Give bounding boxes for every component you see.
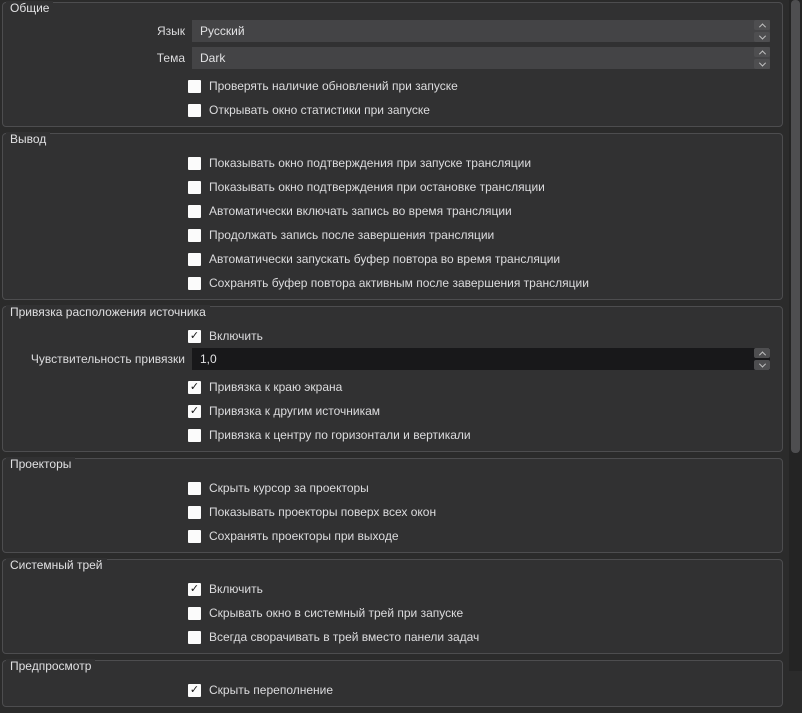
hide-cursor-over-projectors-row: Скрыть курсор за проекторы bbox=[188, 481, 770, 495]
hide-cursor-over-projectors-label[interactable]: Скрыть курсор за проекторы bbox=[209, 481, 369, 495]
language-down-button[interactable] bbox=[754, 32, 770, 42]
keep-recording-after-stream-checkbox[interactable] bbox=[188, 228, 201, 242]
keep-recording-after-stream-row: Продолжать запись после завершения транс… bbox=[188, 228, 770, 242]
save-projectors-on-exit-row: Сохранять проекторы при выходе bbox=[188, 529, 770, 543]
check-updates-checkbox[interactable] bbox=[188, 79, 201, 93]
settings-page: Общие Язык Русский Тема Dark Проверять наличи… bbox=[0, 0, 802, 707]
hide-overflow-checkbox[interactable] bbox=[188, 683, 201, 697]
theme-value: Dark bbox=[200, 51, 226, 65]
snap-sensitivity-value: 1,0 bbox=[200, 352, 217, 366]
minimize-to-tray-on-start-checkbox[interactable] bbox=[188, 606, 201, 620]
language-value: Русский bbox=[200, 24, 245, 38]
snap-to-screen-edge-row: Привязка к краю экрана bbox=[188, 380, 770, 394]
enable-snapping-checkbox[interactable] bbox=[188, 329, 201, 343]
source-snapping-group: Привязка расположения источника Включить Ч… bbox=[2, 305, 783, 452]
snap-to-screen-edge-label[interactable]: Привязка к краю экрана bbox=[209, 380, 342, 394]
check-updates-label[interactable]: Проверять наличие обновлений при запуске bbox=[209, 79, 458, 93]
always-minimize-to-tray-checkbox[interactable] bbox=[188, 630, 201, 644]
snap-sensitivity-down-button[interactable] bbox=[754, 360, 770, 370]
general-group-title: Общие bbox=[6, 1, 54, 15]
language-spin-buttons bbox=[754, 20, 770, 42]
vertical-scrollbar[interactable] bbox=[789, 0, 802, 671]
projectors-always-on-top-label[interactable]: Показывать проекторы поверх всех окон bbox=[209, 505, 436, 519]
auto-record-when-streaming-label[interactable]: Автоматически включать запись во время т… bbox=[209, 204, 512, 218]
projectors-always-on-top-row: Показывать проекторы поверх всех окон bbox=[188, 505, 770, 519]
theme-row: Тема Dark bbox=[3, 47, 770, 69]
snap-sensitivity-up-button[interactable] bbox=[754, 348, 770, 358]
save-projectors-on-exit-checkbox[interactable] bbox=[188, 529, 201, 543]
language-up-button[interactable] bbox=[754, 20, 770, 30]
snap-to-center-label[interactable]: Привязка к центру по горизонтали и верти… bbox=[209, 428, 471, 442]
auto-record-when-streaming-row: Автоматически включать запись во время т… bbox=[188, 204, 770, 218]
auto-start-replay-buffer-label[interactable]: Автоматически запускать буфер повтора во… bbox=[209, 252, 560, 266]
theme-up-button[interactable] bbox=[754, 47, 770, 57]
auto-start-replay-buffer-checkbox[interactable] bbox=[188, 252, 201, 266]
theme-spin-buttons bbox=[754, 47, 770, 69]
chevron-up-icon bbox=[758, 350, 766, 358]
keep-replay-buffer-after-stream-checkbox[interactable] bbox=[188, 276, 201, 290]
enable-tray-label[interactable]: Включить bbox=[209, 582, 263, 596]
confirm-start-stream-checkbox[interactable] bbox=[188, 156, 201, 170]
source-snapping-group-title: Привязка расположения источника bbox=[6, 305, 210, 319]
minimize-to-tray-on-start-row: Скрывать окно в системный трей при запус… bbox=[188, 606, 770, 620]
enable-tray-checkbox[interactable] bbox=[188, 582, 201, 596]
enable-snapping-label[interactable]: Включить bbox=[209, 329, 263, 343]
snap-sensitivity-label: Чувствительность привязки bbox=[30, 352, 185, 366]
preview-group: ПредпросмотрСкрыть переполнение bbox=[2, 659, 783, 707]
projectors-always-on-top-checkbox[interactable] bbox=[188, 505, 201, 519]
theme-label: Тема bbox=[156, 51, 185, 65]
hide-cursor-over-projectors-checkbox[interactable] bbox=[188, 481, 201, 495]
snap-sensitivity-row: Чувствительность привязки 1,0 bbox=[3, 348, 770, 370]
theme-down-button[interactable] bbox=[754, 59, 770, 69]
system-tray-group-title: Системный трей bbox=[6, 558, 107, 572]
snap-sensitivity-input[interactable]: 1,0 bbox=[192, 348, 770, 370]
output-group: Вывод Показывать окно подтверждения при з… bbox=[2, 132, 783, 300]
open-stats-label[interactable]: Открывать окно статистики при запуске bbox=[209, 103, 430, 117]
snap-to-screen-edge-checkbox[interactable] bbox=[188, 380, 201, 394]
enable-tray-row: Включить bbox=[188, 582, 770, 596]
projectors-group: Проекторы Скрыть курсор за проекторы Показ… bbox=[2, 457, 783, 553]
hide-overflow-row: Скрыть переполнение bbox=[188, 683, 770, 697]
snap-to-other-sources-checkbox[interactable] bbox=[188, 404, 201, 418]
keep-replay-buffer-after-stream-label[interactable]: Сохранять буфер повтора активным после з… bbox=[209, 276, 589, 290]
scrollbar-thumb[interactable] bbox=[791, 0, 800, 453]
confirm-stop-stream-row: Показывать окно подтверждения при остано… bbox=[188, 180, 770, 194]
save-projectors-on-exit-label[interactable]: Сохранять проекторы при выходе bbox=[209, 529, 399, 543]
check-updates-row: Проверять наличие обновлений при запуске bbox=[188, 79, 770, 93]
chevron-up-icon bbox=[758, 22, 766, 30]
hide-overflow-label[interactable]: Скрыть переполнение bbox=[209, 683, 333, 697]
snap-sensitivity-spin-buttons bbox=[754, 348, 770, 370]
chevron-down-icon bbox=[758, 32, 766, 40]
snap-to-other-sources-label[interactable]: Привязка к другим источникам bbox=[209, 404, 380, 418]
settings-content: Общие Язык Русский Тема Dark Проверять наличи… bbox=[2, 1, 783, 713]
chevron-up-icon bbox=[758, 49, 766, 57]
snap-to-other-sources-row: Привязка к другим источникам bbox=[188, 404, 770, 418]
general-group: Общие Язык Русский Тема Dark Проверять наличи… bbox=[2, 1, 783, 127]
theme-combobox[interactable]: Dark bbox=[192, 47, 770, 69]
chevron-down-icon bbox=[758, 59, 766, 67]
language-row: Язык Русский bbox=[3, 20, 770, 42]
chevron-down-icon bbox=[758, 360, 766, 368]
keep-replay-buffer-after-stream-row: Сохранять буфер повтора активным после з… bbox=[188, 276, 770, 290]
auto-record-when-streaming-checkbox[interactable] bbox=[188, 204, 201, 218]
snap-to-center-row: Привязка к центру по горизонтали и верти… bbox=[188, 428, 770, 442]
open-stats-row: Открывать окно статистики при запуске bbox=[188, 103, 770, 117]
open-stats-checkbox[interactable] bbox=[188, 103, 201, 117]
keep-recording-after-stream-label[interactable]: Продолжать запись после завершения транс… bbox=[209, 228, 494, 242]
always-minimize-to-tray-label[interactable]: Всегда сворачивать в трей вместо панели … bbox=[209, 630, 479, 644]
snap-to-center-checkbox[interactable] bbox=[188, 428, 201, 442]
enable-snapping-row: Включить bbox=[188, 329, 770, 343]
always-minimize-to-tray-row: Всегда сворачивать в трей вместо панели … bbox=[188, 630, 770, 644]
auto-start-replay-buffer-row: Автоматически запускать буфер повтора во… bbox=[188, 252, 770, 266]
language-combobox[interactable]: Русский bbox=[192, 20, 770, 42]
confirm-start-stream-label[interactable]: Показывать окно подтверждения при запуск… bbox=[209, 156, 531, 170]
projectors-group-title: Проекторы bbox=[6, 457, 76, 471]
output-group-title: Вывод bbox=[6, 132, 51, 146]
confirm-start-stream-row: Показывать окно подтверждения при запуск… bbox=[188, 156, 770, 170]
confirm-stop-stream-label[interactable]: Показывать окно подтверждения при остано… bbox=[209, 180, 545, 194]
minimize-to-tray-on-start-label[interactable]: Скрывать окно в системный трей при запус… bbox=[209, 606, 463, 620]
confirm-stop-stream-checkbox[interactable] bbox=[188, 180, 201, 194]
system-tray-group: Системный трей Включить Скрывать окно в си… bbox=[2, 558, 783, 654]
language-label: Язык bbox=[156, 24, 185, 38]
